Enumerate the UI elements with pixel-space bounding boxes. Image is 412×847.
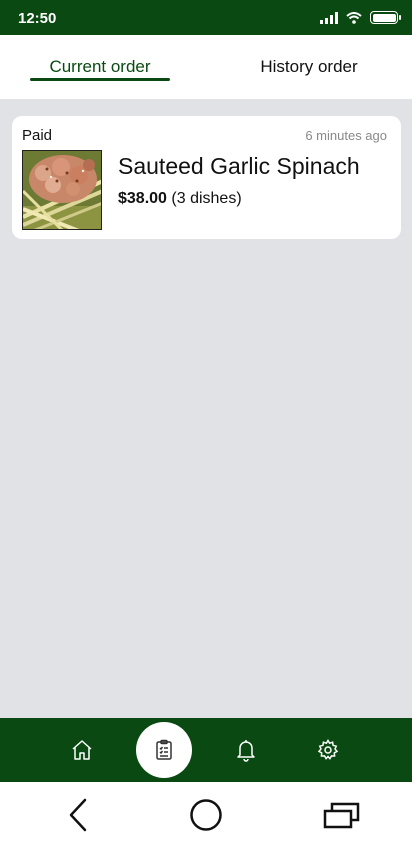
- system-recent-apps-button[interactable]: [312, 782, 372, 847]
- order-card[interactable]: Paid 6 minutes ago Sauteed Garlic Spinac: [12, 116, 401, 239]
- order-status: Paid: [22, 127, 53, 144]
- order-price-line: $38.00 (3 dishes): [118, 190, 242, 208]
- nav-home-button[interactable]: [54, 718, 110, 782]
- nav-notifications-button[interactable]: [218, 718, 274, 782]
- order-tabs: Current order History order: [0, 35, 412, 99]
- system-nav-bar: [0, 782, 412, 847]
- system-back-button[interactable]: [48, 782, 108, 847]
- order-price: $38.00: [118, 190, 167, 207]
- status-icons: [320, 11, 401, 24]
- wifi-icon: [346, 11, 362, 24]
- order-dish-name: Sauteed Garlic Spinach: [118, 153, 360, 179]
- tab-current-order[interactable]: Current order: [20, 35, 180, 99]
- orders-clipboard-icon: [156, 739, 172, 760]
- tab-history-order[interactable]: History order: [228, 35, 390, 99]
- active-tab-indicator: [30, 78, 170, 81]
- status-time: 12:50: [18, 10, 57, 27]
- bell-icon: [237, 740, 255, 762]
- order-time: 6 minutes ago: [305, 128, 387, 143]
- food-image: [22, 150, 102, 230]
- home-icon: [72, 740, 92, 760]
- bottom-nav: [0, 718, 412, 782]
- signal-icon: [320, 11, 338, 24]
- back-icon: [69, 798, 87, 831]
- home-circle-icon: [190, 798, 222, 831]
- gear-icon: [317, 739, 339, 760]
- recent-apps-icon: [323, 802, 360, 828]
- system-home-button[interactable]: [176, 782, 236, 847]
- nav-orders-button[interactable]: [136, 722, 192, 778]
- order-dish-count: (3 dishes): [171, 190, 242, 207]
- status-bar: 12:50: [0, 0, 412, 35]
- nav-settings-button[interactable]: [300, 718, 356, 782]
- battery-icon: [370, 11, 401, 24]
